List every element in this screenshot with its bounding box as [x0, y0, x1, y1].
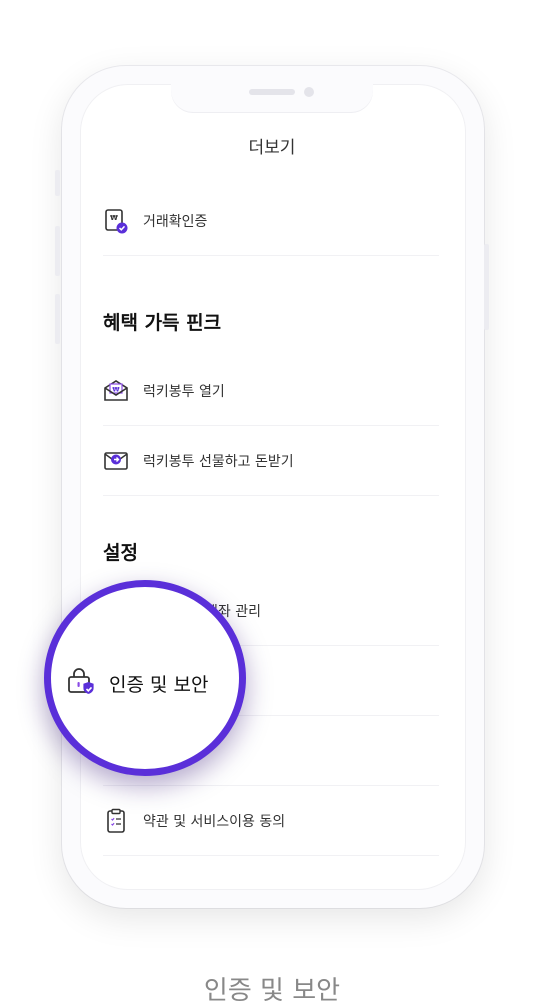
phone-volume-down: [55, 294, 60, 344]
magnifier-highlight: 인증 및 보안: [44, 580, 246, 776]
envelope-send-icon: [103, 448, 129, 474]
document-check-icon: ₩: [103, 208, 129, 234]
section-title-benefits: 혜택 가득 핀크: [103, 312, 222, 334]
phone-speaker: [249, 89, 295, 95]
menu-item-label: 약관 및 서비스이용 동의: [143, 813, 286, 830]
magnified-menu-item-auth-security[interactable]: 인증 및 보안: [65, 665, 208, 701]
clipboard-icon: [103, 808, 129, 834]
menu-item-label: 럭키봉투 선물하고 돈받기: [143, 453, 294, 470]
feature-caption: 인증 및 보안: [203, 976, 341, 1006]
phone-power-button: [484, 244, 489, 330]
menu-item-label: 거래확인증: [143, 213, 208, 230]
phone-volume-up: [55, 226, 60, 276]
menu-item-label: 럭키봉투 열기: [143, 383, 225, 400]
page-title: 더보기: [248, 138, 296, 158]
menu-item-lucky-envelope-open[interactable]: ₩ 럭키봉투 열기: [103, 356, 439, 426]
menu-item-trade-confirmation[interactable]: ₩ 거래확인증: [103, 186, 439, 256]
phone-side-button: [55, 170, 60, 196]
menu-item-terms[interactable]: 약관 및 서비스이용 동의: [103, 786, 439, 856]
lock-shield-icon: [65, 665, 97, 701]
envelope-open-icon: ₩: [103, 378, 129, 404]
menu-item-lucky-envelope-gift[interactable]: 럭키봉투 선물하고 돈받기: [103, 426, 439, 496]
phone-camera: [304, 87, 314, 97]
magnified-label: 인증 및 보안: [109, 673, 209, 696]
section-title-settings: 설정: [103, 542, 138, 564]
svg-text:₩: ₩: [110, 214, 118, 222]
